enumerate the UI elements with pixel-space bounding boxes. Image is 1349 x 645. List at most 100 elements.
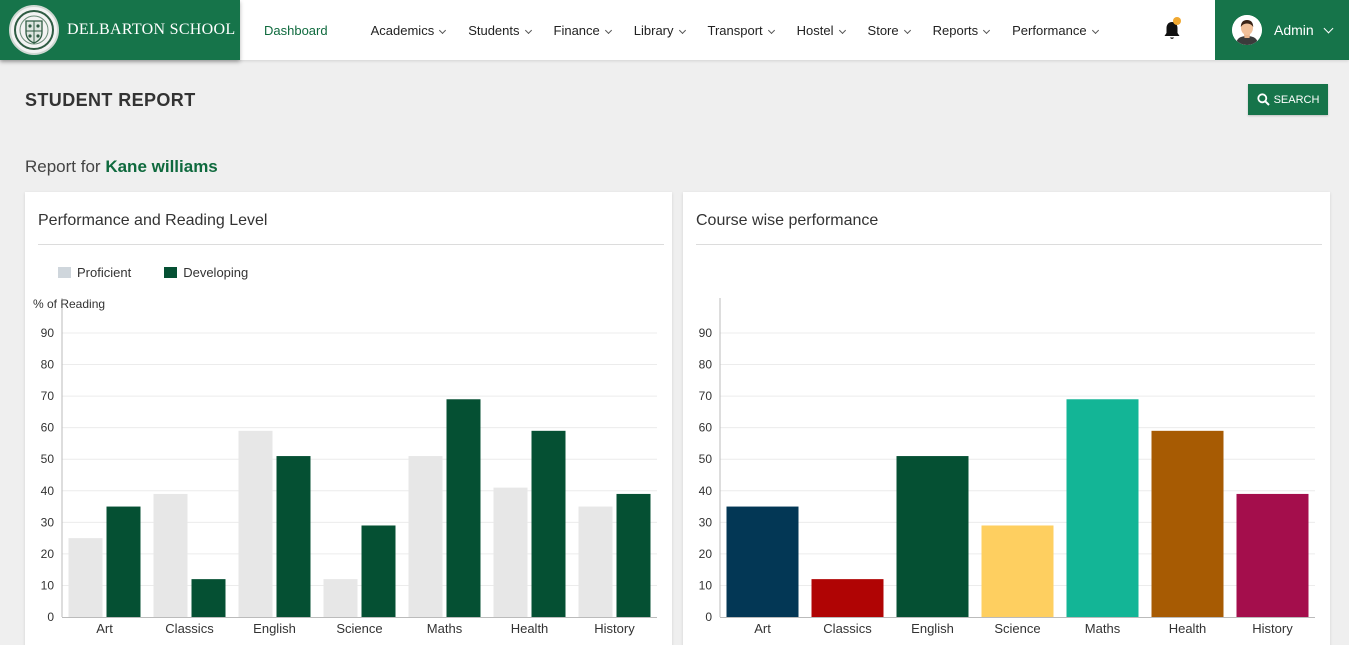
student-name[interactable]: Kane williams xyxy=(105,157,217,176)
chevron-down-icon xyxy=(1323,23,1334,33)
y-tick-label: 50 xyxy=(699,452,713,466)
chevron-down-icon xyxy=(678,26,686,34)
x-tick-label: Health xyxy=(511,621,549,636)
nav-item-label: Finance xyxy=(553,22,600,38)
avatar xyxy=(1232,15,1262,45)
x-tick-label: Classics xyxy=(823,621,872,636)
nav-item-label: Transport xyxy=(707,22,763,38)
search-button[interactable]: SEARCH xyxy=(1248,84,1328,115)
bar-history xyxy=(1236,493,1309,617)
x-tick-label: Classics xyxy=(165,621,214,636)
x-tick-label: Art xyxy=(754,621,771,636)
bar-proficient xyxy=(153,493,188,617)
x-tick-label: English xyxy=(911,621,954,636)
page-title: STUDENT REPORT xyxy=(25,90,196,110)
nav-item-label: Library xyxy=(633,22,674,38)
main-nav: Dashboard Academics Students Finance Library… xyxy=(252,0,1121,60)
chevron-down-icon xyxy=(439,26,447,34)
top-navbar: DELBARTON SCHOOL Dashboard Academics Stude… xyxy=(0,0,1349,60)
bar-developing xyxy=(616,493,651,617)
y-tick-label: 80 xyxy=(41,358,55,372)
y-tick-label: 50 xyxy=(41,452,55,466)
nav-item-finance[interactable]: Finance xyxy=(553,22,612,38)
y-tick-label: 10 xyxy=(41,578,55,592)
bar-proficient xyxy=(68,538,103,617)
x-tick-label: History xyxy=(1252,621,1293,636)
y-tick-label: 0 xyxy=(47,610,54,624)
report-for-label: Report for xyxy=(25,157,101,176)
y-tick-label: 20 xyxy=(699,547,713,561)
x-tick-label: Science xyxy=(994,621,1040,636)
bar-developing xyxy=(276,456,311,617)
bar-art xyxy=(726,506,799,617)
bar-proficient xyxy=(408,456,443,617)
report-for-line: Report for Kane williams xyxy=(25,157,218,177)
bar-developing xyxy=(531,430,566,617)
x-tick-label: English xyxy=(253,621,296,636)
y-axis-label: % of Reading xyxy=(33,297,105,311)
chevron-down-icon xyxy=(983,26,991,34)
chevron-down-icon xyxy=(903,26,911,34)
x-tick-label: Science xyxy=(336,621,382,636)
bar-proficient xyxy=(493,487,528,617)
bar-maths xyxy=(1066,399,1139,617)
bar-english xyxy=(896,456,969,617)
y-tick-label: 60 xyxy=(41,421,55,435)
bar-health xyxy=(1151,430,1224,617)
bar-developing xyxy=(446,399,481,617)
search-button-label: SEARCH xyxy=(1273,93,1320,106)
user-menu[interactable]: Admin xyxy=(1215,0,1349,60)
bar-proficient xyxy=(578,506,613,617)
nav-item-transport[interactable]: Transport xyxy=(707,22,775,38)
grouped-bar-chart: 0 10 20 30 40 50 60 70 80 90 % of Reading Art Classi… xyxy=(33,297,657,636)
chevron-down-icon xyxy=(767,26,775,34)
nav-item-reports[interactable]: Reports xyxy=(932,22,991,38)
x-tick-label: History xyxy=(594,621,635,636)
performance-reading-card: Performance and Reading Level Proficient… xyxy=(25,192,672,645)
bar-science xyxy=(981,525,1054,617)
bar-classics xyxy=(811,579,884,617)
chevron-down-icon xyxy=(524,26,532,34)
y-tick-label: 90 xyxy=(41,326,55,340)
y-tick-label: 60 xyxy=(699,421,713,435)
nav-item-dashboard[interactable]: Dashboard xyxy=(264,23,328,38)
bar-developing xyxy=(106,506,141,617)
brand[interactable]: DELBARTON SCHOOL xyxy=(0,0,240,60)
bar-developing xyxy=(191,579,226,617)
nav-item-label: Academics xyxy=(370,22,435,38)
nav-item-label: Store xyxy=(867,22,899,38)
y-tick-label: 90 xyxy=(699,326,713,340)
y-tick-label: 80 xyxy=(699,358,713,372)
chevron-down-icon xyxy=(1091,26,1099,34)
notification-badge xyxy=(1173,17,1181,25)
user-name: Admin xyxy=(1274,22,1314,38)
bar-proficient xyxy=(238,430,273,617)
y-tick-label: 20 xyxy=(41,547,55,561)
y-tick-label: 0 xyxy=(705,610,712,624)
nav-item-students[interactable]: Students xyxy=(468,22,532,38)
nav-item-label: Performance xyxy=(1012,22,1087,38)
nav-item-label: Students xyxy=(468,22,520,38)
bar-developing xyxy=(361,525,396,617)
y-tick-label: 30 xyxy=(699,515,713,529)
y-tick-label: 40 xyxy=(41,484,55,498)
nav-item-label: Dashboard xyxy=(264,22,328,38)
x-tick-label: Maths xyxy=(427,621,463,636)
nav-item-label: Hostel xyxy=(796,22,834,38)
y-tick-label: 40 xyxy=(699,484,713,498)
search-icon xyxy=(1256,93,1270,106)
school-crest-logo xyxy=(9,5,59,55)
nav-item-label: Reports xyxy=(932,22,979,38)
bar-chart: 0 10 20 30 40 50 60 70 80 90 Art Classics English Sci… xyxy=(699,298,1315,636)
course-performance-card: Course wise performance 0 10 20 30 40 50 60 70 8… xyxy=(683,192,1330,645)
y-tick-label: 30 xyxy=(41,515,55,529)
nav-item-library[interactable]: Library xyxy=(633,22,686,38)
chevron-down-icon xyxy=(838,26,846,34)
nav-item-academics[interactable]: Academics xyxy=(370,22,447,38)
y-tick-label: 70 xyxy=(41,389,55,403)
nav-item-store[interactable]: Store xyxy=(867,22,911,38)
x-tick-label: Health xyxy=(1169,621,1207,636)
nav-item-hostel[interactable]: Hostel xyxy=(796,22,846,38)
y-tick-label: 70 xyxy=(699,389,713,403)
nav-item-performance[interactable]: Performance xyxy=(1012,22,1099,38)
